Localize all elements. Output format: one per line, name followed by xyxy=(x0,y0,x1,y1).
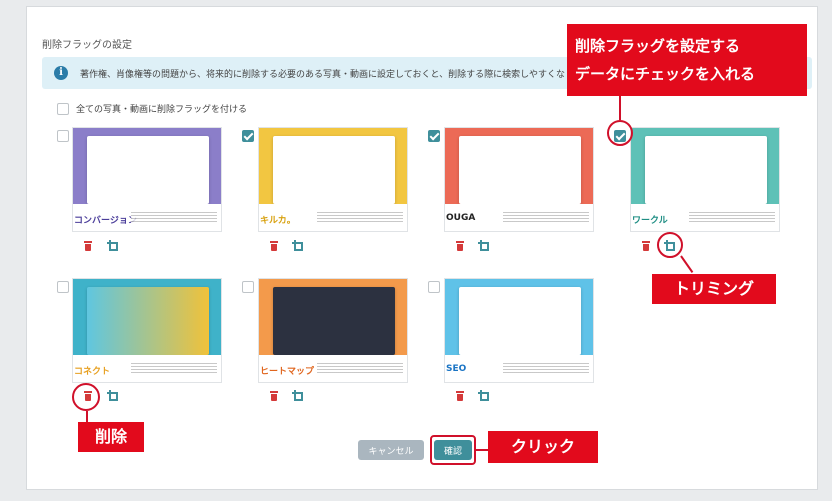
confirm-highlight xyxy=(430,435,476,465)
card-checkbox-3[interactable] xyxy=(428,130,440,142)
card-checkbox-7[interactable] xyxy=(428,281,440,293)
delete-icon[interactable] xyxy=(270,391,278,401)
info-text: 著作権、肖像権等の問題から、将来的に削除する必要のある写真・動画に設定しておくと… xyxy=(80,70,566,80)
delete-icon[interactable] xyxy=(84,241,92,251)
section-title: 削除フラッグの設定 xyxy=(42,40,132,51)
crop-icon[interactable] xyxy=(107,240,118,251)
delete-icon[interactable] xyxy=(456,241,464,251)
crop-icon[interactable] xyxy=(478,240,489,251)
delete-callout: 削除 xyxy=(78,422,144,452)
delete-icon[interactable] xyxy=(642,241,650,251)
card-logo: ワークル xyxy=(632,216,668,226)
media-card-6[interactable]: ヒートマップ xyxy=(258,278,408,383)
card-logo: コネクト xyxy=(74,367,111,377)
card-checkbox-1[interactable] xyxy=(57,130,69,142)
check-all-checkbox[interactable] xyxy=(57,103,69,115)
card-logo: OUGA xyxy=(446,213,476,223)
delete-highlight xyxy=(72,383,100,411)
media-card-7[interactable]: SEO xyxy=(444,278,594,383)
flag-callout-line1: 削除フラッグを設定する xyxy=(575,37,741,55)
crop-icon[interactable] xyxy=(292,390,303,401)
card-checkbox-5[interactable] xyxy=(57,281,69,293)
card-checkbox-2[interactable] xyxy=(242,130,254,142)
cancel-button[interactable]: キャンセル xyxy=(358,440,424,460)
click-callout-pointer xyxy=(476,449,488,451)
flag-callout-pointer xyxy=(619,96,621,120)
delete-icon[interactable] xyxy=(456,391,464,401)
card-checkbox-6[interactable] xyxy=(242,281,254,293)
card-logo: SEO xyxy=(446,364,467,374)
check-all-label: 全ての写真・動画に削除フラッグを付ける xyxy=(76,105,248,115)
crop-icon[interactable] xyxy=(107,390,118,401)
media-card-1[interactable]: コンバージョン xyxy=(72,127,222,232)
card-logo: コンバージョン xyxy=(74,216,137,226)
trim-callout: トリミング xyxy=(652,274,776,304)
media-card-4[interactable]: ワークル xyxy=(630,127,780,232)
click-callout: クリック xyxy=(488,431,598,463)
delete-icon[interactable] xyxy=(270,241,278,251)
media-card-3[interactable]: OUGA xyxy=(444,127,594,232)
media-card-5[interactable]: コネクト xyxy=(72,278,222,383)
info-icon: i xyxy=(54,66,68,80)
crop-icon[interactable] xyxy=(292,240,303,251)
media-card-2[interactable]: キルカ。 xyxy=(258,127,408,232)
flag-callout-line2: データにチェックを入れる xyxy=(575,65,756,83)
crop-highlight xyxy=(657,232,683,258)
crop-icon[interactable] xyxy=(478,390,489,401)
checkbox-highlight xyxy=(607,120,633,146)
flag-callout: 削除フラッグを設定する データにチェックを入れる xyxy=(567,24,807,96)
card-logo: ヒートマップ xyxy=(260,367,315,377)
card-logo: キルカ。 xyxy=(260,216,296,226)
